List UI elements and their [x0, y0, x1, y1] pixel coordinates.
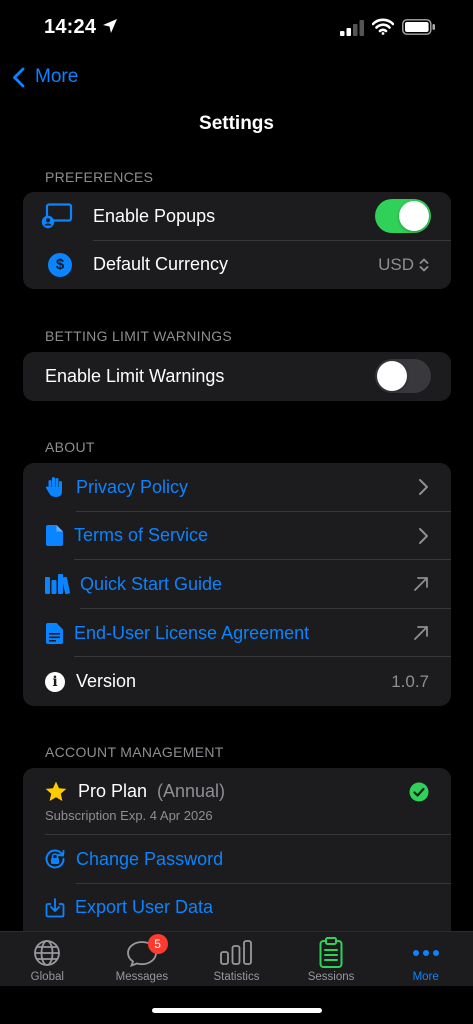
export-user-data-link[interactable]: Export User Data	[75, 897, 213, 918]
home-area	[0, 986, 473, 1024]
clipboard-icon	[319, 936, 343, 970]
back-button[interactable]: More	[12, 62, 78, 92]
preferences-group: Enable Popups $ Default Currency USD	[23, 192, 451, 290]
section-header-about: ABOUT	[45, 439, 95, 455]
subscription-expiry: Subscription Exp. 4 Apr 2026	[45, 808, 213, 823]
betting-limits-group: Enable Limit Warnings	[23, 352, 451, 401]
pro-plan-row[interactable]: Pro Plan (Annual) Subscription Exp. 4 Ap…	[23, 768, 451, 835]
currency-value: USD	[378, 254, 414, 274]
version-label: Version	[76, 671, 137, 692]
updown-chevron-icon	[419, 258, 429, 272]
eula-row[interactable]: End-User License Agreement	[23, 609, 451, 658]
popup-window-icon	[39, 203, 75, 229]
tab-bar: Global 5 Messages Statistics Sessions Mo…	[0, 931, 473, 986]
bar-chart-icon	[219, 936, 253, 970]
enable-popups-row: Enable Popups	[23, 192, 451, 241]
about-group: Privacy Policy Terms of Service Quick St…	[23, 463, 451, 706]
messages-badge: 5	[147, 934, 168, 954]
toggle-knob	[377, 361, 407, 392]
change-password-link[interactable]: Change Password	[76, 849, 223, 870]
section-header-preferences: PREFERENCES	[45, 169, 154, 185]
back-button-label: More	[35, 66, 79, 87]
plan-period: (Annual)	[157, 781, 226, 801]
battery-icon	[402, 19, 436, 40]
eula-link[interactable]: End-User License Agreement	[74, 623, 309, 644]
star-icon	[45, 780, 67, 802]
toggle-knob	[399, 201, 429, 232]
enable-popups-label: Enable Popups	[93, 205, 216, 226]
external-link-arrow-icon	[414, 577, 428, 592]
document-icon	[44, 525, 64, 547]
tab-statistics[interactable]: Statistics	[189, 932, 284, 986]
checkmark-circle-icon	[409, 782, 429, 807]
section-header-account: ACCOUNT MANAGEMENT	[45, 744, 224, 760]
enable-limit-warnings-row: Enable Limit Warnings	[23, 352, 451, 401]
location-arrow-icon	[102, 18, 118, 39]
tab-global[interactable]: Global	[0, 932, 95, 986]
status-time: 14:24	[44, 16, 97, 38]
lock-rotation-icon	[44, 848, 66, 870]
enable-limit-warnings-toggle[interactable]	[375, 359, 431, 394]
dollar-circle-icon: $	[48, 252, 72, 277]
external-link-arrow-icon	[414, 626, 428, 640]
default-currency-label: Default Currency	[93, 254, 229, 275]
enable-popups-toggle[interactable]	[375, 199, 431, 234]
default-currency-row[interactable]: $ Default Currency USD	[23, 241, 451, 290]
version-value: 1.0.7	[391, 671, 429, 691]
change-password-row[interactable]: Change Password	[23, 835, 451, 884]
tab-more[interactable]: More	[378, 932, 473, 986]
terms-of-service-row[interactable]: Terms of Service	[23, 512, 451, 561]
privacy-policy-row[interactable]: Privacy Policy	[23, 463, 451, 512]
document-text-icon	[44, 622, 64, 644]
version-row: i Version 1.0.7	[23, 657, 451, 706]
enable-limit-warnings-label: Enable Limit Warnings	[45, 365, 225, 386]
section-header-betting-limits: BETTING LIMIT WARNINGS	[45, 328, 233, 344]
privacy-policy-link[interactable]: Privacy Policy	[76, 477, 188, 498]
tab-sessions[interactable]: Sessions	[284, 932, 379, 986]
info-circle-icon: i	[45, 671, 65, 692]
hand-raised-icon	[43, 476, 67, 498]
tab-label: Sessions	[307, 971, 355, 983]
cellular-signal-icon	[340, 20, 366, 41]
tab-label: More	[412, 971, 439, 983]
quick-start-guide-link[interactable]: Quick Start Guide	[80, 574, 222, 595]
chevron-left-icon	[13, 67, 25, 87]
export-user-data-row[interactable]: Export User Data	[23, 884, 451, 931]
currency-select[interactable]: USD	[378, 255, 429, 275]
status-bar: 14:24	[0, 0, 473, 56]
quick-start-guide-row[interactable]: Quick Start Guide	[23, 560, 451, 609]
page-title: Settings	[199, 113, 274, 134]
tab-label: Global	[30, 971, 64, 983]
terms-of-service-link[interactable]: Terms of Service	[74, 525, 208, 546]
tab-label: Messages	[115, 971, 169, 983]
globe-icon	[33, 936, 61, 970]
tab-label: Statistics	[213, 971, 260, 983]
download-tray-icon	[44, 897, 66, 918]
plan-name: Pro Plan	[78, 781, 148, 801]
chevron-right-icon	[419, 479, 428, 496]
tab-messages[interactable]: 5 Messages	[95, 932, 190, 986]
chevron-right-icon	[419, 527, 428, 544]
books-icon	[44, 574, 70, 595]
ellipsis-icon	[412, 936, 440, 970]
home-indicator[interactable]	[152, 1008, 322, 1013]
account-group: Pro Plan (Annual) Subscription Exp. 4 Ap…	[23, 768, 451, 931]
wifi-icon	[371, 18, 395, 40]
